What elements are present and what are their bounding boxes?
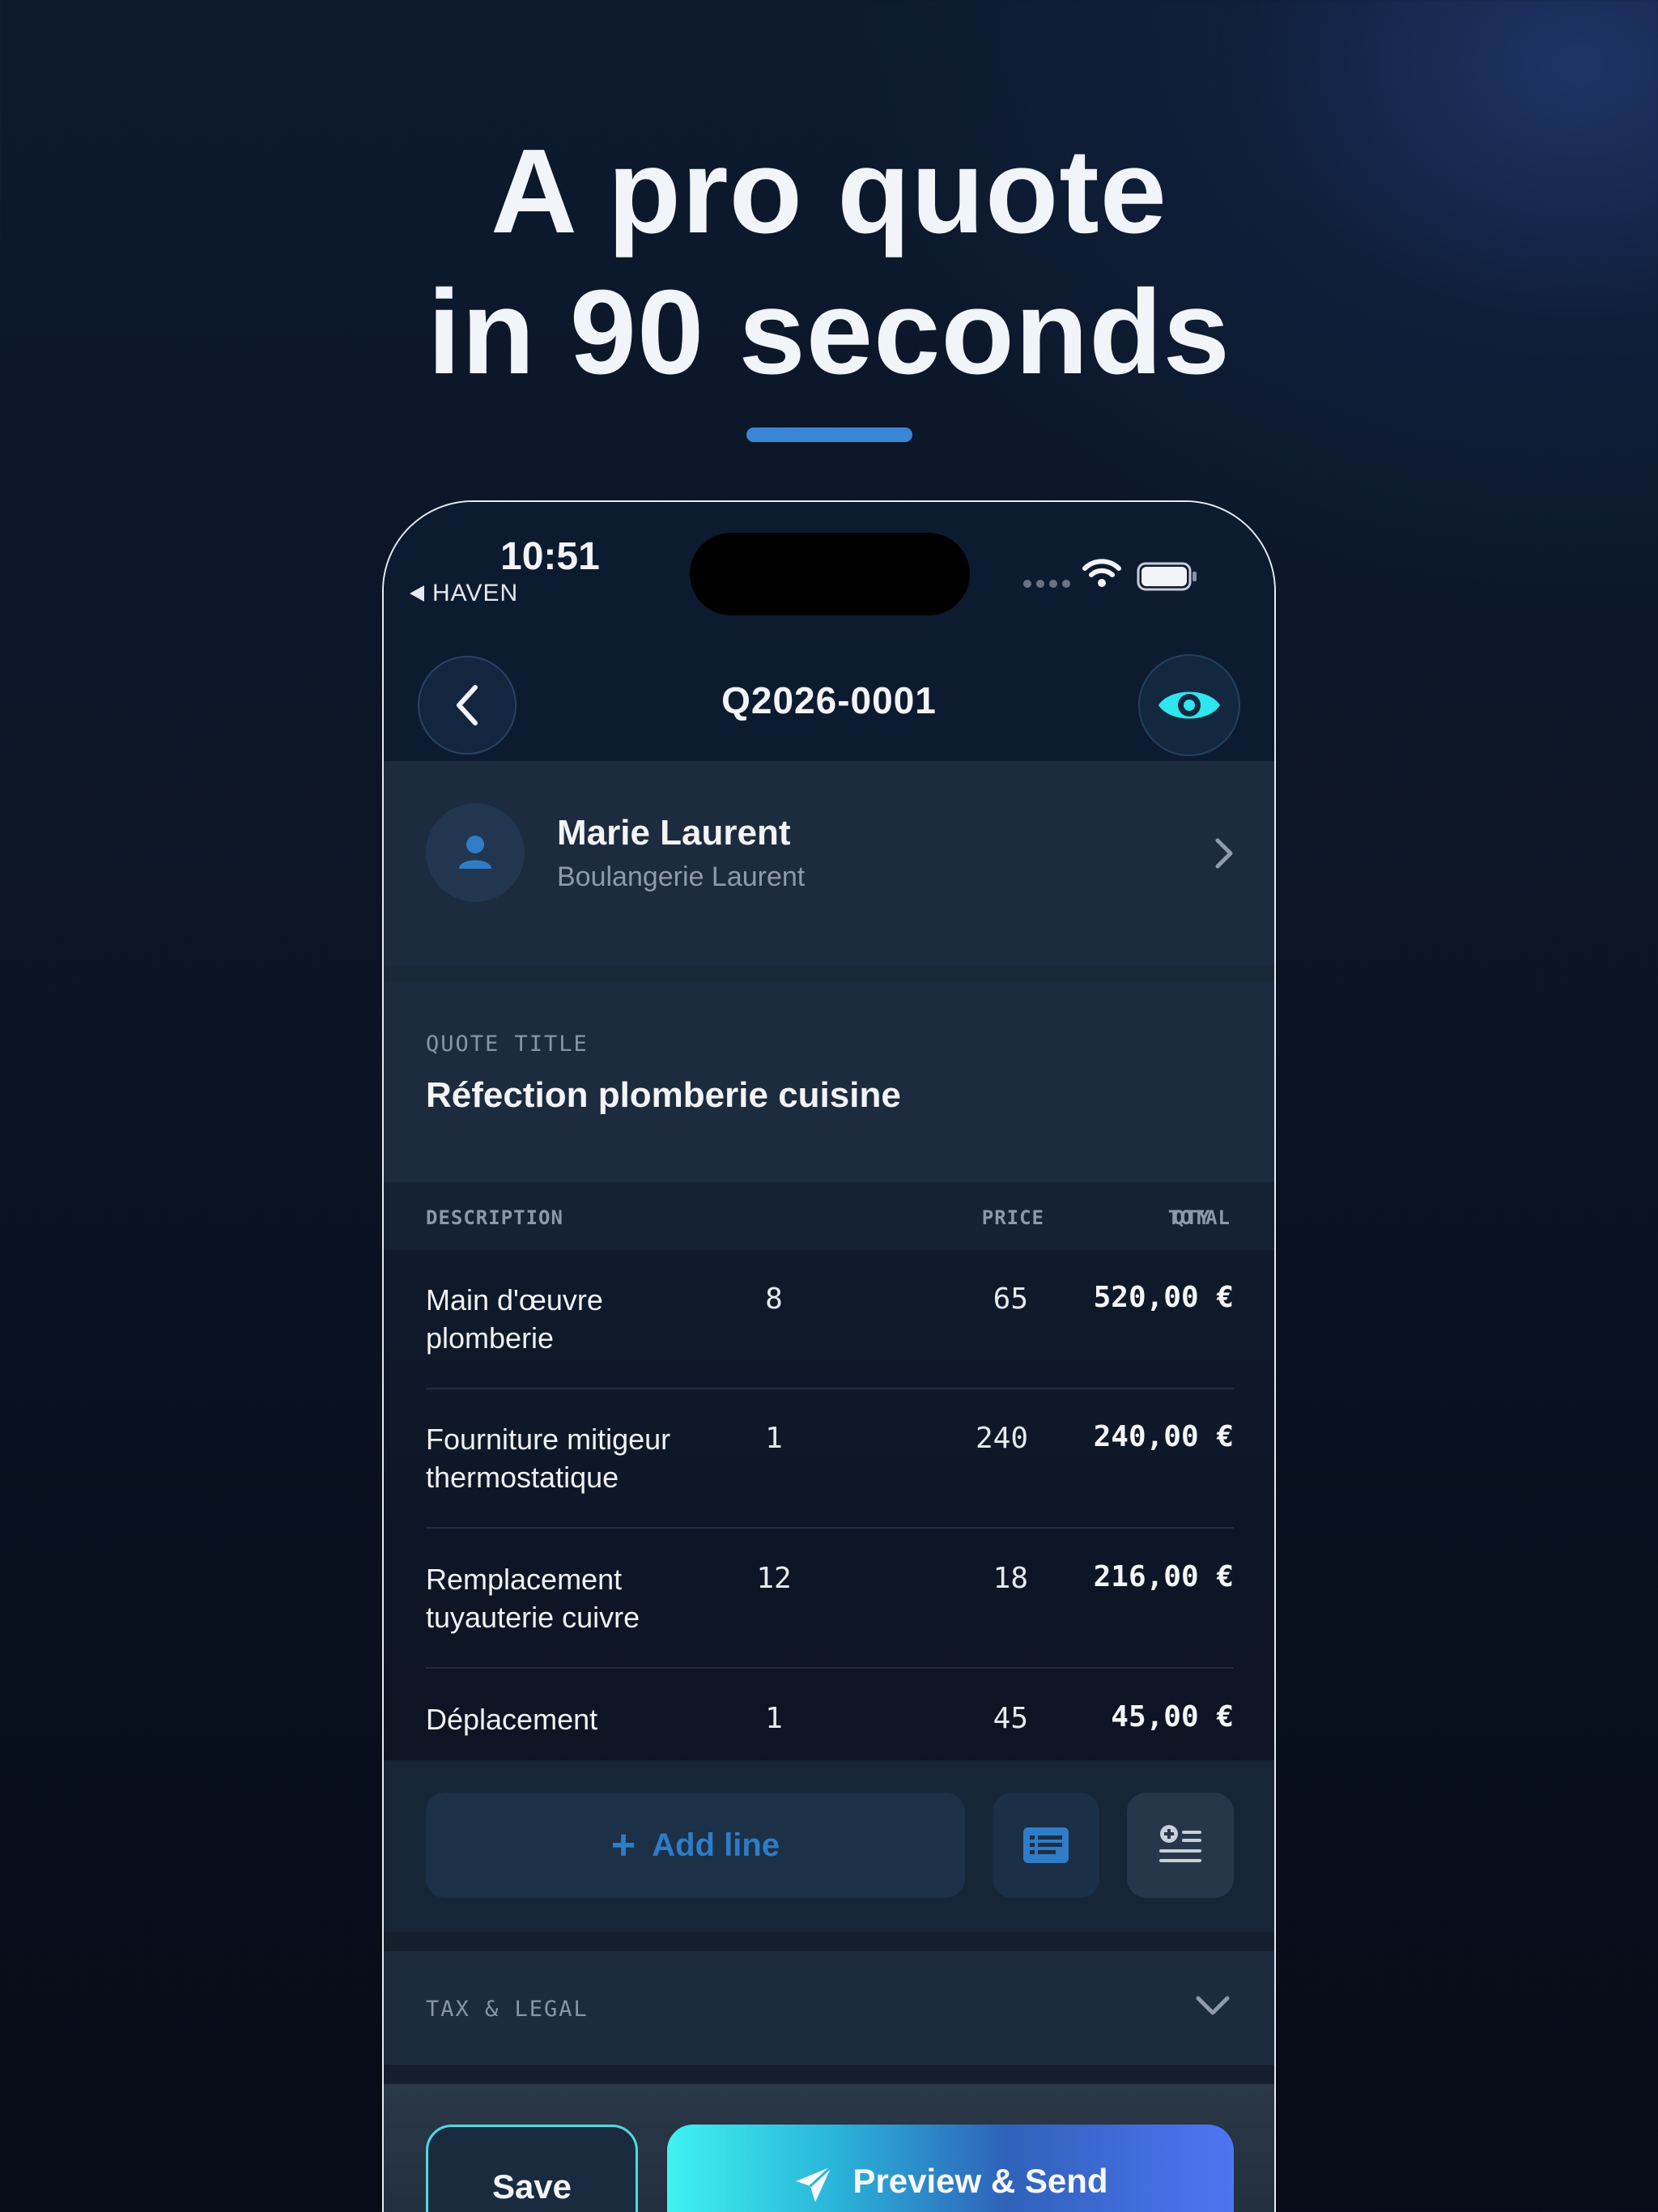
tax-legal-label: TAX & LEGAL: [426, 1997, 589, 2022]
preview-send-button[interactable]: Preview & Send: [667, 2125, 1234, 2212]
list-card-icon: [1023, 1827, 1069, 1863]
phone-frame: 10:51 HAVEN Q2026-0001 Marie Laurent Bou…: [382, 500, 1276, 2212]
table-row[interactable]: Fourniture mitigeur thermostatique 1 240…: [426, 1389, 1234, 1529]
save-button[interactable]: Save: [426, 2125, 638, 2212]
catalog-button[interactable]: [993, 1793, 1099, 1898]
back-triangle-icon: [410, 585, 424, 602]
row-total: 240,00 €: [1093, 1420, 1234, 1453]
preview-button[interactable]: [1138, 654, 1240, 756]
row-total: 520,00 €: [1093, 1281, 1234, 1314]
row-qty: 1: [765, 1702, 783, 1735]
headline: A pro quote in 90 seconds: [0, 121, 1658, 403]
chevron-right-icon: [1215, 838, 1233, 869]
table-header: DESCRIPTION QTY PRICE TOTAL: [384, 1182, 1274, 1250]
row-price: 240: [975, 1422, 1028, 1455]
row-description: Remplacement tuyauterie cuivre: [426, 1563, 640, 1634]
divider: [384, 965, 1274, 981]
add-section-button[interactable]: [1127, 1793, 1234, 1898]
line-items-table: Main d'œuvre plomberie 8 65 520,00 € Fou…: [384, 1250, 1274, 1776]
tax-legal-section[interactable]: TAX & LEGAL: [384, 1951, 1274, 2065]
divider: [384, 1932, 1274, 1951]
row-total: 216,00 €: [1093, 1560, 1234, 1593]
send-plane-icon: [796, 2165, 833, 2202]
back-app-label: HAVEN: [432, 580, 519, 606]
divider: [384, 2065, 1274, 2084]
headline-line-1: A pro quote: [491, 125, 1167, 258]
add-line-button[interactable]: + Add line: [426, 1793, 965, 1898]
row-price: 65: [993, 1283, 1028, 1316]
header-price: PRICE: [981, 1206, 1044, 1229]
quote-title-field[interactable]: QUOTE TITLE Réfection plomberie cuisine: [384, 981, 1274, 1182]
dynamic-island: [690, 533, 970, 615]
quote-title-value: Réfection plomberie cuisine: [426, 1075, 901, 1115]
headline-underline: [746, 428, 912, 442]
status-time: 10:51: [500, 535, 600, 578]
wifi-icon: [1082, 559, 1121, 587]
status-bar: 10:51 HAVEN: [384, 502, 1274, 632]
client-row[interactable]: Marie Laurent Boulangerie Laurent: [384, 761, 1274, 965]
client-company: Boulangerie Laurent: [557, 861, 806, 892]
avatar: [426, 803, 525, 902]
chevron-down-icon: [1196, 1996, 1230, 2015]
back-to-app-link[interactable]: HAVEN: [410, 580, 518, 607]
table-row[interactable]: Remplacement tuyauterie cuivre 12 18 216…: [426, 1529, 1234, 1669]
row-divider: [426, 1527, 1234, 1529]
person-icon: [459, 836, 491, 869]
row-price: 45: [993, 1702, 1028, 1735]
preview-send-label: Preview & Send: [852, 2162, 1108, 2200]
row-qty: 8: [765, 1283, 783, 1316]
row-divider: [426, 1667, 1234, 1669]
save-label: Save: [491, 2167, 572, 2206]
add-list-icon: [1159, 1825, 1201, 1862]
nav-bar: Q2026-0001: [384, 632, 1274, 761]
row-qty: 1: [765, 1422, 783, 1455]
quote-title-label: QUOTE TITLE: [426, 1032, 589, 1057]
row-description: Main d'œuvre plomberie: [426, 1283, 603, 1355]
eye-icon: [1158, 691, 1220, 719]
table-row[interactable]: Main d'œuvre plomberie 8 65 520,00 €: [426, 1250, 1234, 1389]
client-name: Marie Laurent: [557, 813, 791, 853]
row-description: Fourniture mitigeur thermostatique: [426, 1423, 671, 1494]
table-row[interactable]: Déplacement 1 45 45,00 €: [426, 1670, 1234, 1760]
row-description: Déplacement: [426, 1703, 598, 1736]
row-price: 18: [993, 1562, 1028, 1595]
header-description: DESCRIPTION: [426, 1206, 563, 1229]
signal-dots-icon: [1023, 580, 1070, 588]
add-line-label: Add line: [652, 1827, 780, 1863]
footer-actions: Save Preview & Send: [384, 2084, 1274, 2212]
battery-icon: [1137, 562, 1197, 591]
row-total: 45,00 €: [1111, 1700, 1234, 1733]
headline-line-2: in 90 seconds: [427, 266, 1231, 399]
header-total: TOTAL: [1167, 1206, 1231, 1229]
plus-icon: +: [610, 1822, 636, 1869]
line-actions: + Add line: [384, 1760, 1274, 1932]
row-qty: 12: [756, 1562, 792, 1595]
